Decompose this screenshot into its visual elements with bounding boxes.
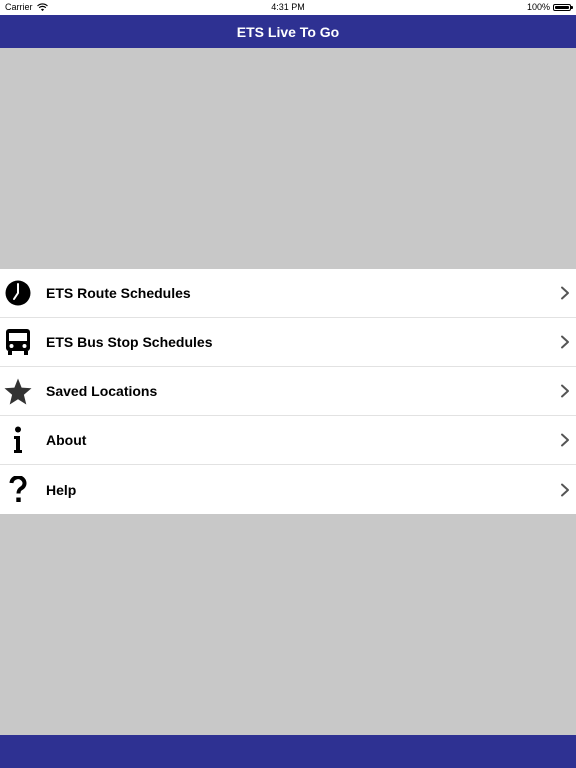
- menu-item-label: Saved Locations: [46, 383, 158, 399]
- chevron-right-icon: [561, 286, 569, 300]
- navigation-bar: ETS Live To Go: [0, 15, 576, 48]
- status-time: 4:31 PM: [271, 2, 305, 12]
- bus-icon: [1, 325, 35, 359]
- status-bar: Carrier 4:31 PM 100%: [0, 0, 576, 15]
- menu-item-help[interactable]: Help: [0, 465, 576, 514]
- menu-item-label: ETS Bus Stop Schedules: [46, 334, 213, 350]
- clock-icon: [1, 276, 35, 310]
- chevron-right-icon: [561, 433, 569, 447]
- page-title: ETS Live To Go: [236, 23, 340, 40]
- battery-icon: [553, 3, 573, 11]
- menu-item-route-schedules[interactable]: ETS Route Schedules: [0, 269, 576, 318]
- menu-item-about[interactable]: About: [0, 416, 576, 465]
- menu-item-label: ETS Route Schedules: [46, 285, 191, 301]
- chevron-right-icon: [561, 483, 569, 496]
- menu-item-saved-locations[interactable]: Saved Locations: [0, 367, 576, 416]
- menu-item-label: About: [46, 432, 87, 448]
- menu-item-bus-stop-schedules[interactable]: ETS Bus Stop Schedules: [0, 318, 576, 367]
- bottom-bar: [0, 735, 576, 768]
- menu-item-label: Help: [46, 481, 77, 498]
- star-icon: [1, 374, 35, 408]
- battery-group: 100%: [526, 2, 573, 12]
- battery-percent: 100%: [526, 2, 550, 12]
- info-icon: [1, 423, 35, 457]
- chevron-right-icon: [561, 335, 569, 349]
- app-screen: Carrier 4:31 PM 100% ETS Live To Go ETS …: [0, 0, 576, 768]
- chevron-right-icon: [561, 384, 569, 398]
- question-icon: [1, 473, 35, 507]
- main-menu: ETS Route Schedules ETS Bus Stop Schedul…: [0, 269, 576, 514]
- battery-fill: [555, 5, 569, 9]
